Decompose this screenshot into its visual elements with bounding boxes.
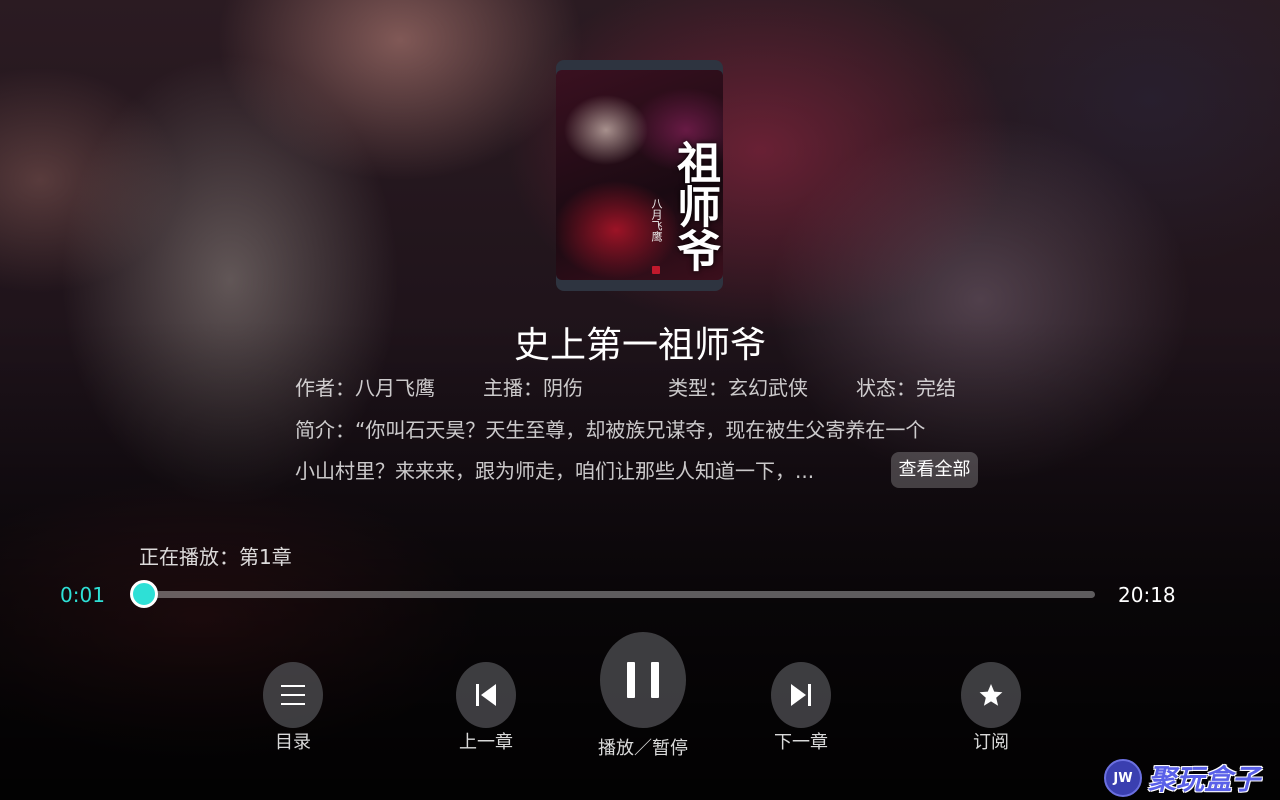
prev-chapter-control[interactable]: 上一章 (446, 662, 526, 754)
intro-line-1: 简介：“你叫石天昊？天生至尊，却被族兄谋夺，现在被生父寄养在一个 (295, 418, 926, 442)
total-time: 20:18 (1118, 583, 1176, 607)
genre-text: 类型：玄幻武侠 (668, 376, 808, 400)
brand-name: 聚玩盒子 (1148, 763, 1261, 796)
narrator-text: 主播：阴伤 (483, 376, 583, 400)
now-playing-label: 正在播放：第1章 (139, 545, 292, 569)
subscribe-button[interactable] (961, 662, 1021, 728)
progress-thumb[interactable] (129, 580, 158, 608)
brand-logo: JW 聚玩盒子 (1104, 759, 1261, 797)
cover-title: 祖师爷 (669, 140, 720, 272)
cover-author: 八月飞鹰 (650, 198, 663, 242)
pause-icon (627, 662, 659, 698)
prev-chapter-button[interactable] (456, 662, 516, 728)
play-pause-button[interactable] (600, 632, 686, 728)
status-text: 状态：完结 (856, 376, 956, 400)
book-title: 史上第一祖师爷 (513, 325, 766, 366)
toc-button[interactable] (263, 662, 323, 728)
current-time: 0:01 (60, 583, 105, 607)
next-chapter-button[interactable] (771, 662, 831, 728)
play-pause-control[interactable]: 播放／暂停 (588, 632, 698, 760)
skip-previous-icon (476, 684, 496, 706)
view-all-button[interactable]: 查看全部 (891, 452, 978, 488)
subscribe-control[interactable]: 订阅 (951, 662, 1031, 754)
next-chapter-control[interactable]: 下一章 (761, 662, 841, 754)
star-icon (979, 684, 1003, 706)
toc-control[interactable]: 目录 (253, 662, 333, 754)
author-text: 作者：八月飞鹰 (295, 376, 435, 400)
toc-label: 目录 (275, 732, 311, 753)
prev-chapter-label: 上一章 (459, 732, 513, 753)
subscribe-label: 订阅 (973, 732, 1009, 753)
play-pause-label: 播放／暂停 (598, 738, 688, 759)
book-cover: 祖师爷 八月飞鹰 (556, 60, 723, 291)
list-icon (281, 685, 305, 705)
next-chapter-label: 下一章 (774, 732, 828, 753)
cover-seal (652, 266, 660, 274)
progress-track[interactable] (129, 580, 1095, 608)
intro-line-2: 小山村里？来来来，跟为师走，咱们让那些人知道一下，... (295, 459, 815, 483)
skip-next-icon (791, 684, 811, 706)
cover-art: 祖师爷 八月飞鹰 (556, 70, 723, 280)
brand-badge: JW (1104, 759, 1142, 797)
